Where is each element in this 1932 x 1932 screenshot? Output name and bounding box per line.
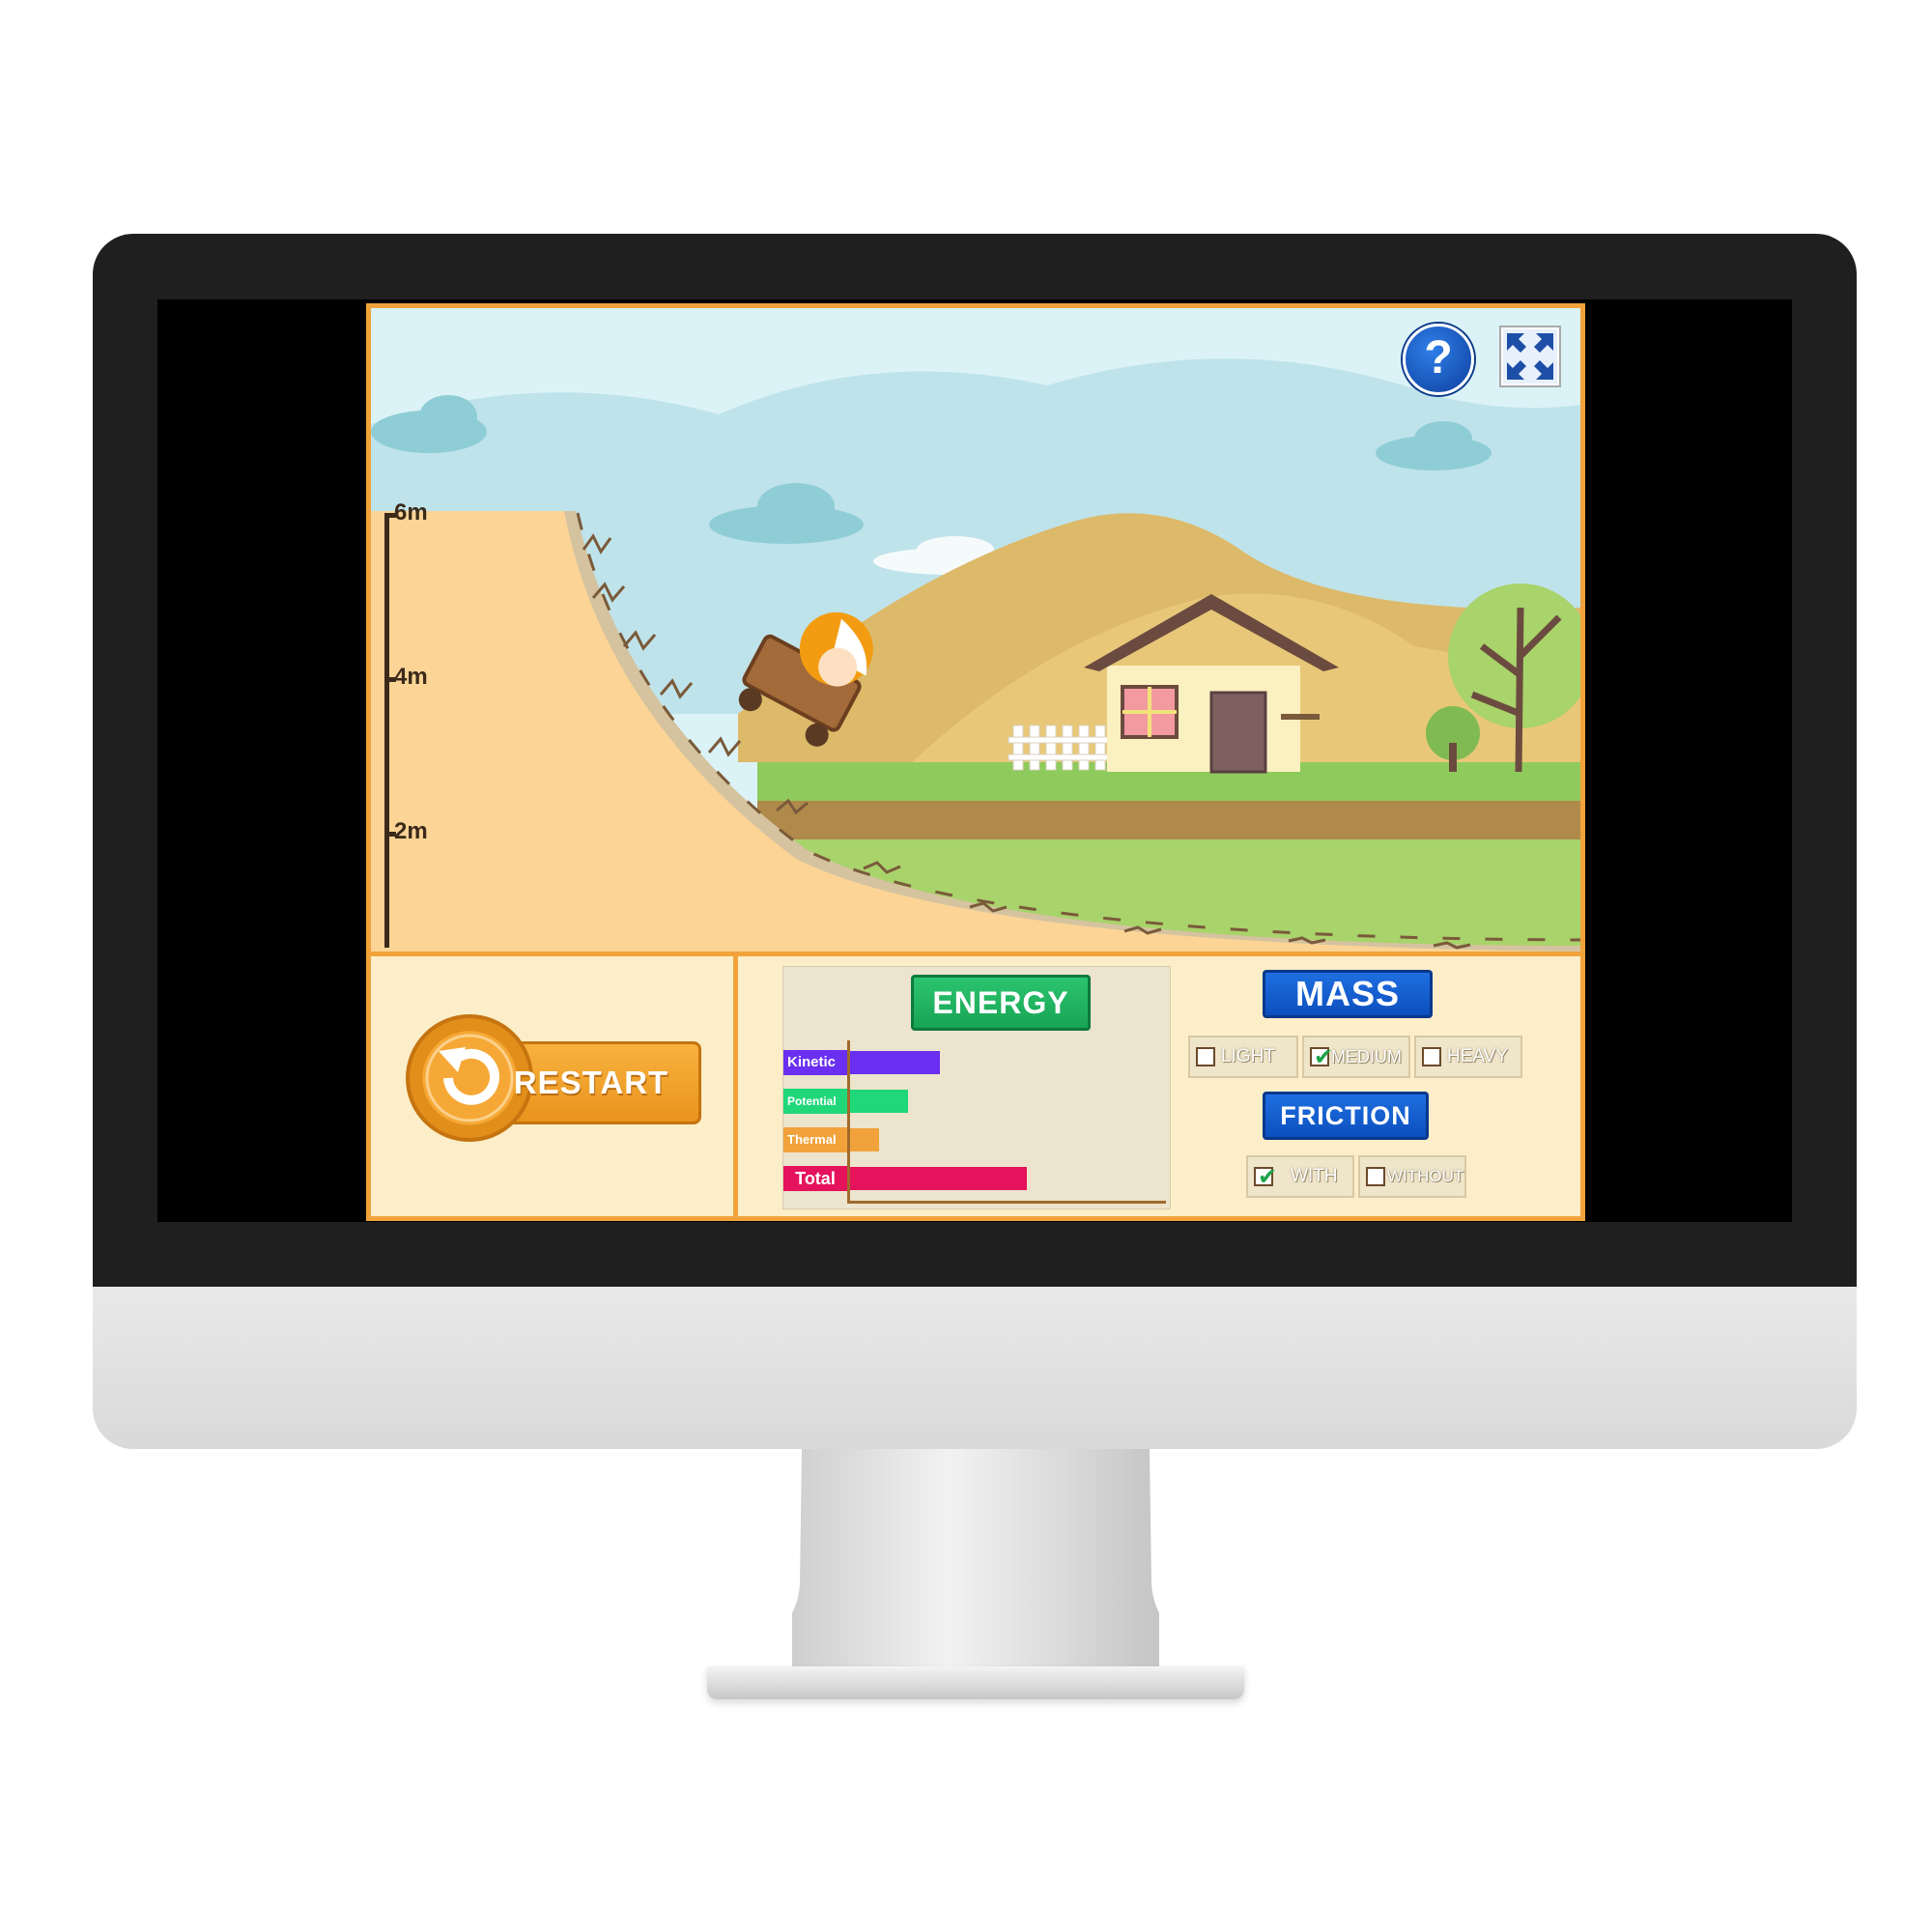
energy-bar-potential bbox=[850, 1090, 908, 1113]
scene-illustration bbox=[371, 308, 1580, 952]
fullscreen-icon bbox=[1503, 329, 1557, 384]
mass-option-label: HEAVY bbox=[1447, 1046, 1509, 1066]
energy-axis-baseline bbox=[847, 1201, 1166, 1204]
checkbox[interactable]: ✔ bbox=[1254, 1163, 1277, 1190]
checkbox[interactable] bbox=[1422, 1047, 1441, 1066]
question-icon: ? bbox=[1424, 332, 1453, 384]
scale-label-6m: 6m bbox=[394, 499, 428, 526]
checkbox[interactable] bbox=[1366, 1167, 1385, 1186]
mass-option-label: LIGHT bbox=[1221, 1046, 1275, 1066]
mass-option-label: MEDIUM bbox=[1331, 1047, 1402, 1066]
energy-and-settings-panel: ENERGY Kinetic Potential Thermal Total M… bbox=[738, 956, 1580, 1216]
restart-panel: RESTART bbox=[371, 956, 738, 1216]
scale-label-2m: 2m bbox=[394, 818, 428, 844]
height-scale bbox=[384, 513, 389, 948]
energy-title: ENERGY bbox=[911, 975, 1091, 1031]
restart-label: RESTART bbox=[513, 1065, 669, 1100]
mass-option-light[interactable]: LIGHT bbox=[1188, 1036, 1298, 1078]
monitor-chin bbox=[93, 1287, 1857, 1449]
energy-bar-thermal bbox=[850, 1128, 879, 1151]
mass-option-medium[interactable]: ✔ MEDIUM bbox=[1302, 1036, 1410, 1078]
scale-label-4m: 4m bbox=[394, 664, 428, 690]
restart-button[interactable]: RESTART bbox=[406, 1014, 705, 1150]
energy-label-thermal: Thermal bbox=[783, 1127, 847, 1152]
fullscreen-button[interactable] bbox=[1499, 326, 1561, 387]
friction-option-with[interactable]: ✔ WITH bbox=[1246, 1155, 1354, 1198]
checkbox[interactable]: ✔ bbox=[1310, 1043, 1333, 1070]
friction-title: FRICTION bbox=[1263, 1092, 1429, 1140]
friction-option-label: WITH bbox=[1291, 1166, 1338, 1186]
checkbox[interactable] bbox=[1196, 1047, 1215, 1066]
monitor-base bbox=[707, 1666, 1244, 1699]
energy-chart: ENERGY Kinetic Potential Thermal Total bbox=[782, 966, 1171, 1209]
help-button[interactable]: ? bbox=[1403, 324, 1474, 395]
monitor-stand bbox=[792, 1449, 1159, 1666]
mass-option-heavy[interactable]: HEAVY bbox=[1414, 1036, 1522, 1078]
energy-label-potential: Potential bbox=[783, 1089, 847, 1114]
friction-option-label: WITHOUT bbox=[1387, 1167, 1464, 1185]
energy-bar-total bbox=[850, 1167, 1027, 1190]
energy-label-total: Total bbox=[783, 1166, 847, 1191]
energy-bar-kinetic bbox=[850, 1051, 940, 1074]
energy-skate-app: 6m 4m 2m ? RESTART ENERGY Kinetic Potent… bbox=[366, 303, 1585, 1221]
ramp-scene: 6m 4m 2m ? bbox=[371, 308, 1580, 952]
energy-label-kinetic: Kinetic bbox=[783, 1050, 847, 1075]
mass-title: MASS bbox=[1263, 970, 1433, 1018]
checkmark-icon: ✔ bbox=[1258, 1163, 1278, 1190]
controls-panel: RESTART ENERGY Kinetic Potential Thermal bbox=[371, 952, 1580, 1216]
friction-option-without[interactable]: WITHOUT bbox=[1358, 1155, 1466, 1198]
